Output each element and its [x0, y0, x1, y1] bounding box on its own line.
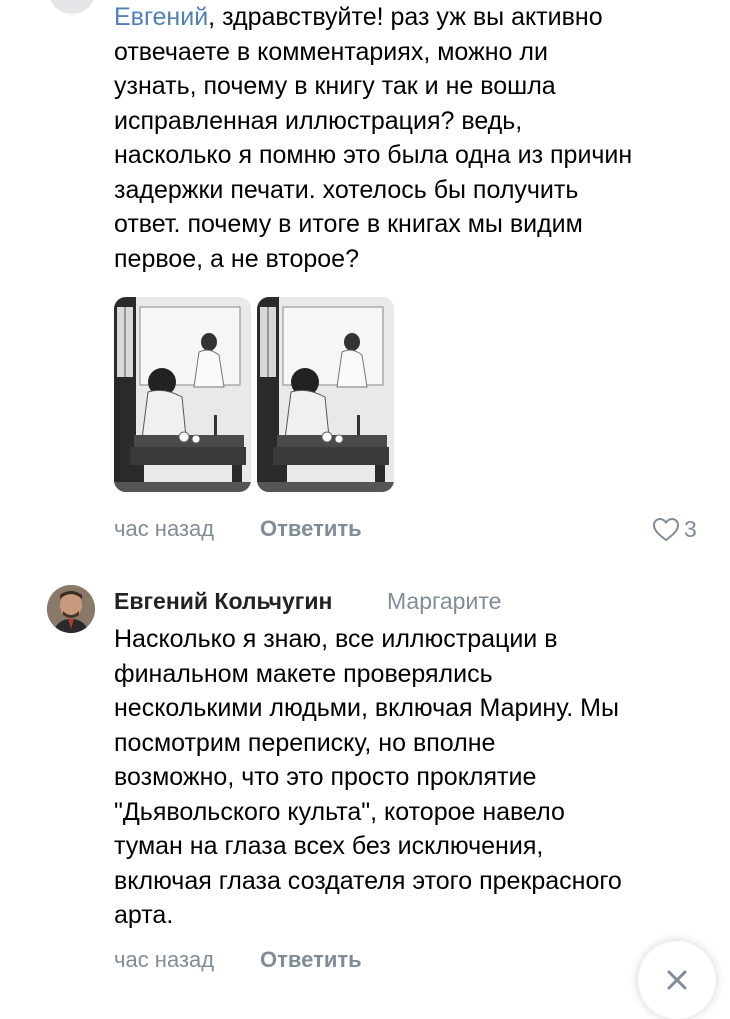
reply-button[interactable]: Ответить	[260, 947, 362, 973]
user-avatar[interactable]	[47, 585, 95, 633]
heart-icon	[652, 517, 680, 541]
comment-timestamp: час назад	[114, 947, 215, 972]
mention-link[interactable]: Евгений	[114, 3, 208, 31]
illustration-image	[257, 297, 394, 492]
comment-text: Евгений, здравствуйте! раз уж вы активно…	[114, 0, 714, 276]
illustration-image	[114, 297, 251, 492]
attached-photo-1[interactable]	[114, 297, 251, 492]
comment-body: , здравствуйте! раз уж вы активно отвеча…	[114, 3, 633, 273]
close-button[interactable]	[638, 941, 716, 1019]
comment-author[interactable]: Евгений Кольчугин	[114, 588, 332, 615]
avatar-image	[47, 585, 95, 633]
attached-photo-2[interactable]	[257, 297, 394, 492]
reply-to-name[interactable]: Маргарите	[387, 588, 501, 615]
like-button[interactable]: 3	[652, 512, 697, 546]
likes-count: 3	[684, 515, 697, 542]
avatar-previous[interactable]	[48, 0, 96, 14]
comment-timestamp: час назад	[114, 516, 215, 541]
comment-text: Насколько я знаю, все иллюстрации в фина…	[114, 625, 622, 929]
close-icon	[667, 970, 687, 990]
reply-button[interactable]: Ответить	[260, 516, 362, 542]
